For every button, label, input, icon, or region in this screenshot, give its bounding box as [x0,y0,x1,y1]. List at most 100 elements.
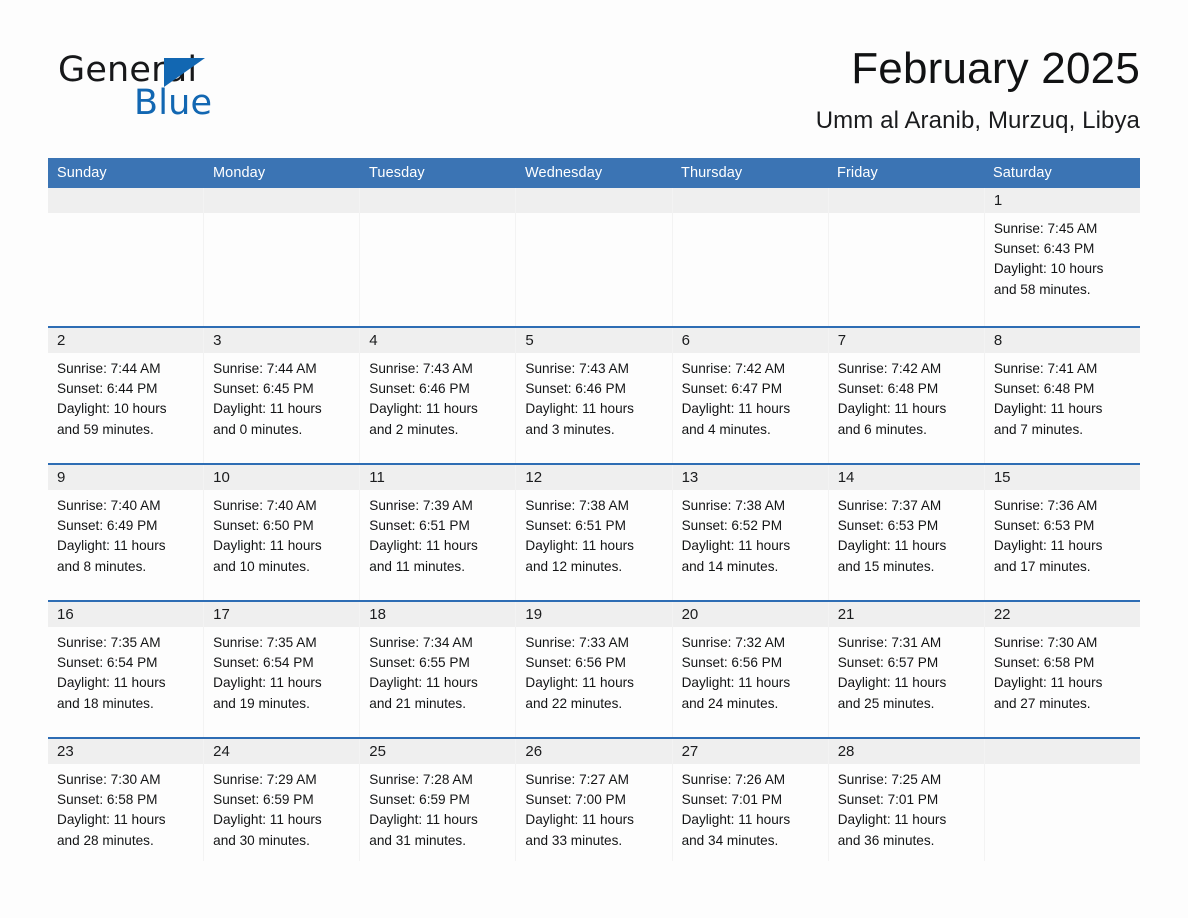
day-details: Sunrise: 7:40 AM Sunset: 6:50 PM Daylight:… [204,490,359,587]
daylight-text-line1: Daylight: 11 hours [213,401,322,417]
day-details: Sunrise: 7:36 AM Sunset: 6:53 PM Daylight:… [985,490,1140,587]
day-cell[interactable]: 18 Sunrise: 7:34 AM Sunset: 6:55 PM Dayligh… [359,602,516,737]
day-details: Sunrise: 7:39 AM Sunset: 6:51 PM Daylight:… [360,490,515,587]
day-number-band: 16 [48,602,204,627]
sunset-text: Sunset: 6:56 PM [525,655,626,671]
day-number-band: 2 [48,328,204,353]
sunrise-text: Sunrise: 7:30 AM [993,635,1098,650]
calendar-week-row: 2 Sunrise: 7:44 AM Sunset: 6:44 PM Daylight… [48,326,1140,463]
daylight-text-line2: and 34 minutes. [681,832,779,848]
sunrise-text: Sunrise: 7:40 AM [213,498,317,513]
day-details: Sunrise: 7:32 AM Sunset: 6:56 PM Daylight:… [673,627,828,724]
sunset-text: Sunset: 6:48 PM [993,381,1095,397]
day-cell[interactable]: 6 Sunrise: 7:42 AM Sunset: 6:47 PM Daylight… [671,328,828,463]
title-block: February 2025 Umm al Aranib, Murzuq, Lib… [816,42,1140,136]
day-cell[interactable]: 9 Sunrise: 7:40 AM Sunset: 6:49 PM Daylight… [48,465,204,600]
day-cell[interactable]: 27 Sunrise: 7:26 AM Sunset: 7:01 PM Dayligh… [671,739,828,861]
general-blue-logo[interactable]: General Blue [58,50,358,142]
day-cell-empty [827,188,984,326]
day-cell[interactable]: 15 Sunrise: 7:36 AM Sunset: 6:53 PM Dayligh… [983,465,1140,600]
day-details: Sunrise: 7:44 AM Sunset: 6:45 PM Daylight:… [204,353,359,450]
day-number-band: 17 [204,602,360,627]
day-number-band: 7 [828,328,984,353]
sunrise-text: Sunrise: 7:43 AM [369,361,473,376]
sunset-text: Sunset: 6:51 PM [369,518,470,534]
day-cell[interactable]: 12 Sunrise: 7:38 AM Sunset: 6:51 PM Dayligh… [515,465,672,600]
day-number: 7 [837,332,847,349]
day-number: 1 [993,192,1003,209]
day-number-band: 20 [672,602,828,627]
day-cell[interactable]: 11 Sunrise: 7:39 AM Sunset: 6:51 PM Dayligh… [359,465,516,600]
daylight-text-line1: Daylight: 11 hours [993,538,1103,554]
day-number-band: 18 [360,602,516,627]
daylight-text-line1: Daylight: 11 hours [369,401,478,417]
daylight-text-line2: and 59 minutes. [57,421,154,437]
daylight-text-line2: and 36 minutes. [837,832,935,848]
sunrise-text: Sunrise: 7:36 AM [993,498,1098,513]
day-cell[interactable]: 24 Sunrise: 7:29 AM Sunset: 6:59 PM Dayligh… [203,739,360,861]
daylight-text-line1: Daylight: 11 hours [213,675,322,691]
daylight-text-line1: Daylight: 11 hours [681,812,791,828]
day-cell[interactable]: 13 Sunrise: 7:38 AM Sunset: 6:52 PM Dayligh… [671,465,828,600]
daylight-text-line1: Daylight: 11 hours [213,538,322,554]
daylight-text-line2: and 27 minutes. [993,695,1091,711]
day-number-band: 23 [48,739,204,764]
day-cell[interactable]: 16 Sunrise: 7:35 AM Sunset: 6:54 PM Dayligh… [48,602,204,737]
day-details: Sunrise: 7:43 AM Sunset: 6:46 PM Daylight:… [516,353,671,450]
daylight-text-line2: and 33 minutes. [525,832,623,848]
day-cell[interactable]: 20 Sunrise: 7:32 AM Sunset: 6:56 PM Dayligh… [671,602,828,737]
daylight-text-line1: Daylight: 11 hours [369,675,478,691]
daylight-text-line2: and 15 minutes. [837,558,935,574]
day-number: 20 [681,606,699,623]
sunset-text: Sunset: 6:48 PM [837,381,939,397]
day-number: 8 [993,332,1003,349]
day-cell[interactable]: 2 Sunrise: 7:44 AM Sunset: 6:44 PM Daylight… [48,328,204,463]
daylight-text-line1: Daylight: 11 hours [681,538,791,554]
daylight-text-line2: and 3 minutes. [525,421,615,437]
day-cell[interactable]: 7 Sunrise: 7:42 AM Sunset: 6:48 PM Daylight… [827,328,984,463]
day-number-band: 21 [828,602,984,627]
sunrise-text: Sunrise: 7:42 AM [837,361,942,376]
sunset-text: Sunset: 7:01 PM [837,792,939,808]
day-cell[interactable]: 25 Sunrise: 7:28 AM Sunset: 6:59 PM Dayligh… [359,739,516,861]
day-number-band: 3 [204,328,360,353]
calendar-grid: Sunday Monday Tuesday Wednesday Thursday… [48,158,1140,861]
sunrise-text: Sunrise: 7:30 AM [57,772,161,787]
daylight-text-line1: Daylight: 11 hours [525,812,634,828]
sunset-text: Sunset: 6:51 PM [525,518,626,534]
day-number: 25 [369,743,386,760]
day-cell[interactable]: 22 Sunrise: 7:30 AM Sunset: 6:58 PM Dayligh… [983,602,1140,737]
day-number-band: 19 [516,602,672,627]
sunset-text: Sunset: 6:59 PM [213,792,314,808]
day-cell[interactable]: 26 Sunrise: 7:27 AM Sunset: 7:00 PM Dayligh… [515,739,672,861]
day-cell[interactable]: 21 Sunrise: 7:31 AM Sunset: 6:57 PM Dayligh… [827,602,984,737]
daylight-text-line2: and 10 minutes. [213,558,310,574]
sunset-text: Sunset: 6:49 PM [57,518,158,534]
day-cell[interactable]: 17 Sunrise: 7:35 AM Sunset: 6:54 PM Dayligh… [203,602,360,737]
sunset-text: Sunset: 6:53 PM [993,518,1095,534]
day-cell[interactable]: 14 Sunrise: 7:37 AM Sunset: 6:53 PM Dayligh… [827,465,984,600]
day-cell[interactable]: 4 Sunrise: 7:43 AM Sunset: 6:46 PM Daylight… [359,328,516,463]
day-cell[interactable]: 10 Sunrise: 7:40 AM Sunset: 6:50 PM Dayligh… [203,465,360,600]
day-details: Sunrise: 7:30 AM Sunset: 6:58 PM Daylight:… [48,764,203,861]
day-cell[interactable]: 3 Sunrise: 7:44 AM Sunset: 6:45 PM Daylight… [203,328,360,463]
day-cell[interactable]: 28 Sunrise: 7:25 AM Sunset: 7:01 PM Dayligh… [827,739,984,861]
day-number-band: 11 [360,465,516,490]
sunset-text: Sunset: 7:00 PM [525,792,626,808]
daylight-text-line1: Daylight: 11 hours [525,401,634,417]
daylight-text-line1: Daylight: 11 hours [837,401,947,417]
day-cell[interactable]: 1 Sunrise: 7:45 AM Sunset: 6:43 PM Daylight… [983,188,1140,326]
day-cell[interactable]: 23 Sunrise: 7:30 AM Sunset: 6:58 PM Dayligh… [48,739,204,861]
sunrise-text: Sunrise: 7:33 AM [525,635,629,650]
day-cell[interactable]: 5 Sunrise: 7:43 AM Sunset: 6:46 PM Daylight… [515,328,672,463]
day-cell[interactable]: 19 Sunrise: 7:33 AM Sunset: 6:56 PM Dayligh… [515,602,672,737]
day-number: 21 [837,606,855,623]
sunrise-text: Sunrise: 7:44 AM [213,361,317,376]
weekday-header-thursday: Thursday [681,165,743,181]
day-cell[interactable]: 8 Sunrise: 7:41 AM Sunset: 6:48 PM Daylight… [983,328,1140,463]
day-number-band: 26 [516,739,672,764]
sunrise-text: Sunrise: 7:43 AM [525,361,629,376]
daylight-text-line2: and 12 minutes. [525,558,623,574]
sunrise-text: Sunrise: 7:45 AM [993,221,1098,236]
sunrise-text: Sunrise: 7:37 AM [837,498,942,513]
